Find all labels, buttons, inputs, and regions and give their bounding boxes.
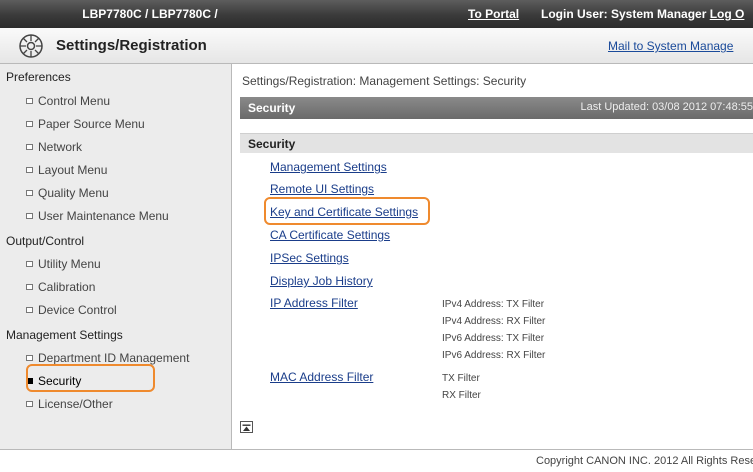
- page-header: Settings/Registration Mail to System Man…: [0, 28, 753, 64]
- sidebar-item-layout-menu[interactable]: Layout Menu: [26, 163, 108, 177]
- mail-to-system-manager-link[interactable]: Mail to System Manage: [608, 39, 733, 53]
- bullet-icon: [26, 355, 33, 361]
- page-title: Settings/Registration: [56, 37, 207, 54]
- sidebar-group-management-settings[interactable]: Management Settings: [6, 328, 123, 342]
- sidebar-item-label: Control Menu: [38, 94, 111, 108]
- link-management-settings[interactable]: Management Settings: [270, 160, 387, 174]
- sidebar-item-label: User Maintenance Menu: [38, 209, 169, 223]
- sidebar-item-network[interactable]: Network: [26, 140, 83, 154]
- sidebar-item-license-other[interactable]: License/Other: [26, 397, 113, 411]
- sidebar-item-utility-menu[interactable]: Utility Menu: [26, 257, 101, 271]
- ip-filter-item: IPv6 Address: TX Filter: [442, 333, 545, 344]
- subsection-title-bar: Security: [240, 133, 753, 153]
- ip-filter-item: IPv4 Address: TX Filter: [442, 299, 545, 310]
- sidebar-item-quality-menu[interactable]: Quality Menu: [26, 186, 109, 200]
- sidebar-item-label: Department ID Management: [38, 351, 190, 365]
- ip-filter-item: IPv6 Address: RX Filter: [442, 350, 546, 361]
- last-updated: Last Updated: 03/08 2012 07:48:55: [580, 101, 753, 113]
- sidebar-item-paper-source-menu[interactable]: Paper Source Menu: [26, 117, 145, 131]
- to-portal-link[interactable]: To Portal: [468, 7, 519, 21]
- key-certificate-highlight-box: [264, 197, 430, 225]
- sidebar-item-department-id-management[interactable]: Department ID Management: [26, 351, 190, 365]
- bullet-icon: [26, 401, 33, 407]
- sidebar-item-label: Utility Menu: [38, 257, 101, 271]
- mac-filter-item: RX Filter: [442, 390, 481, 401]
- sidebar-group-preferences[interactable]: Preferences: [6, 70, 71, 84]
- link-ip-address-filter[interactable]: IP Address Filter: [270, 296, 358, 310]
- bullet-icon: [26, 190, 33, 196]
- footer: Copyright CANON INC. 2012 All Rights Res…: [0, 450, 753, 472]
- subsection-title: Security: [248, 137, 296, 151]
- login-user-label: Login User: System Manager: [541, 7, 707, 21]
- sidebar-item-label: License/Other: [38, 397, 113, 411]
- sidebar-item-label: Network: [38, 140, 83, 154]
- breadcrumb: Settings/Registration: Management Settin…: [242, 74, 527, 88]
- bullet-icon: [26, 213, 33, 219]
- link-mac-address-filter[interactable]: MAC Address Filter: [270, 370, 373, 384]
- link-display-job-history[interactable]: Display Job History: [270, 274, 373, 288]
- sidebar-item-control-menu[interactable]: Control Menu: [26, 94, 111, 108]
- sidebar-group-output-control[interactable]: Output/Control: [6, 234, 84, 248]
- logout-link[interactable]: Log O: [710, 7, 745, 21]
- link-ipsec-settings[interactable]: IPSec Settings: [270, 251, 349, 265]
- scroll-to-top-icon: [242, 424, 251, 431]
- main-content: Settings/Registration: Management Settin…: [232, 64, 753, 449]
- sidebar-item-label: Quality Menu: [38, 186, 109, 200]
- bullet-icon: [26, 144, 33, 150]
- sidebar-item-label: Device Control: [38, 303, 117, 317]
- section-title-bar: Security Last Updated: 03/08 2012 07:48:…: [240, 97, 753, 119]
- scroll-to-top-button[interactable]: [240, 421, 253, 433]
- sidebar-item-label: Layout Menu: [38, 163, 108, 177]
- copyright-text: Copyright CANON INC. 2012 All Rights Res…: [536, 455, 753, 467]
- bullet-icon: [26, 261, 33, 267]
- sidebar-item-calibration[interactable]: Calibration: [26, 280, 96, 294]
- section-title: Security: [248, 101, 296, 115]
- bullet-icon: [26, 121, 33, 127]
- settings-gear-icon: [19, 34, 43, 58]
- security-highlight-box: [26, 364, 155, 392]
- bullet-icon: [26, 98, 33, 104]
- sidebar-item-user-maintenance-menu[interactable]: User Maintenance Menu: [26, 209, 169, 223]
- mac-filter-item: TX Filter: [442, 373, 480, 384]
- link-ca-certificate-settings[interactable]: CA Certificate Settings: [270, 228, 390, 242]
- top-bar: LBP7780C / LBP7780C / To Portal Login Us…: [0, 0, 753, 28]
- sidebar-item-label: Paper Source Menu: [38, 117, 145, 131]
- login-user-info: Login User: System Manager Log O: [541, 7, 744, 21]
- bullet-icon: [26, 284, 33, 290]
- bullet-icon: [26, 167, 33, 173]
- bullet-icon: [26, 307, 33, 313]
- sidebar-item-device-control[interactable]: Device Control: [26, 303, 117, 317]
- ip-filter-item: IPv4 Address: RX Filter: [442, 316, 546, 327]
- device-title: LBP7780C / LBP7780C /: [82, 7, 218, 21]
- sidebar-item-label: Calibration: [38, 280, 96, 294]
- link-remote-ui-settings[interactable]: Remote UI Settings: [270, 182, 374, 196]
